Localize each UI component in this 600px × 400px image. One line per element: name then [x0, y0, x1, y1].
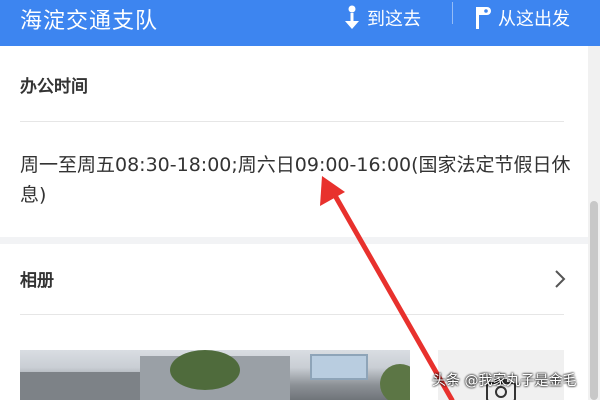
start-flag-icon — [474, 5, 492, 31]
photo-tree — [380, 364, 410, 400]
album-photo[interactable] — [20, 350, 410, 400]
office-hours-text: 周一至周五08:30-18:00;周六日09:00-16:00(国家法定节假日休… — [20, 154, 571, 206]
start-from-here-button[interactable]: 从这出发 — [474, 0, 570, 36]
top-bar: 海淀交通支队 到这去 从这出发 — [0, 0, 600, 46]
album-row[interactable]: 相册 — [0, 244, 588, 314]
divider — [20, 121, 564, 122]
start-from-here-label: 从这出发 — [498, 9, 570, 30]
watermark: 头条 @我家丸子是金毛 — [432, 373, 577, 389]
scrollbar-thumb[interactable] — [590, 201, 598, 400]
navigate-to-icon — [343, 5, 361, 31]
office-hours-heading: 办公时间 — [20, 77, 88, 97]
scrollbar[interactable] — [588, 46, 600, 400]
album-heading: 相册 — [20, 271, 54, 291]
detail-content: 办公时间 周一至周五08:30-18:00;周六日09:00-16:00(国家法… — [0, 46, 588, 400]
go-here-button[interactable]: 到这去 — [343, 0, 421, 36]
photo-billboard — [310, 354, 368, 380]
place-title: 海淀交通支队 — [20, 9, 159, 34]
photo-tree — [170, 350, 240, 390]
go-here-label: 到这去 — [367, 9, 421, 30]
chevron-right-icon — [554, 269, 566, 293]
section-gap — [0, 237, 588, 244]
header-divider — [452, 2, 453, 24]
photo-roof — [20, 372, 140, 400]
divider — [20, 314, 564, 315]
